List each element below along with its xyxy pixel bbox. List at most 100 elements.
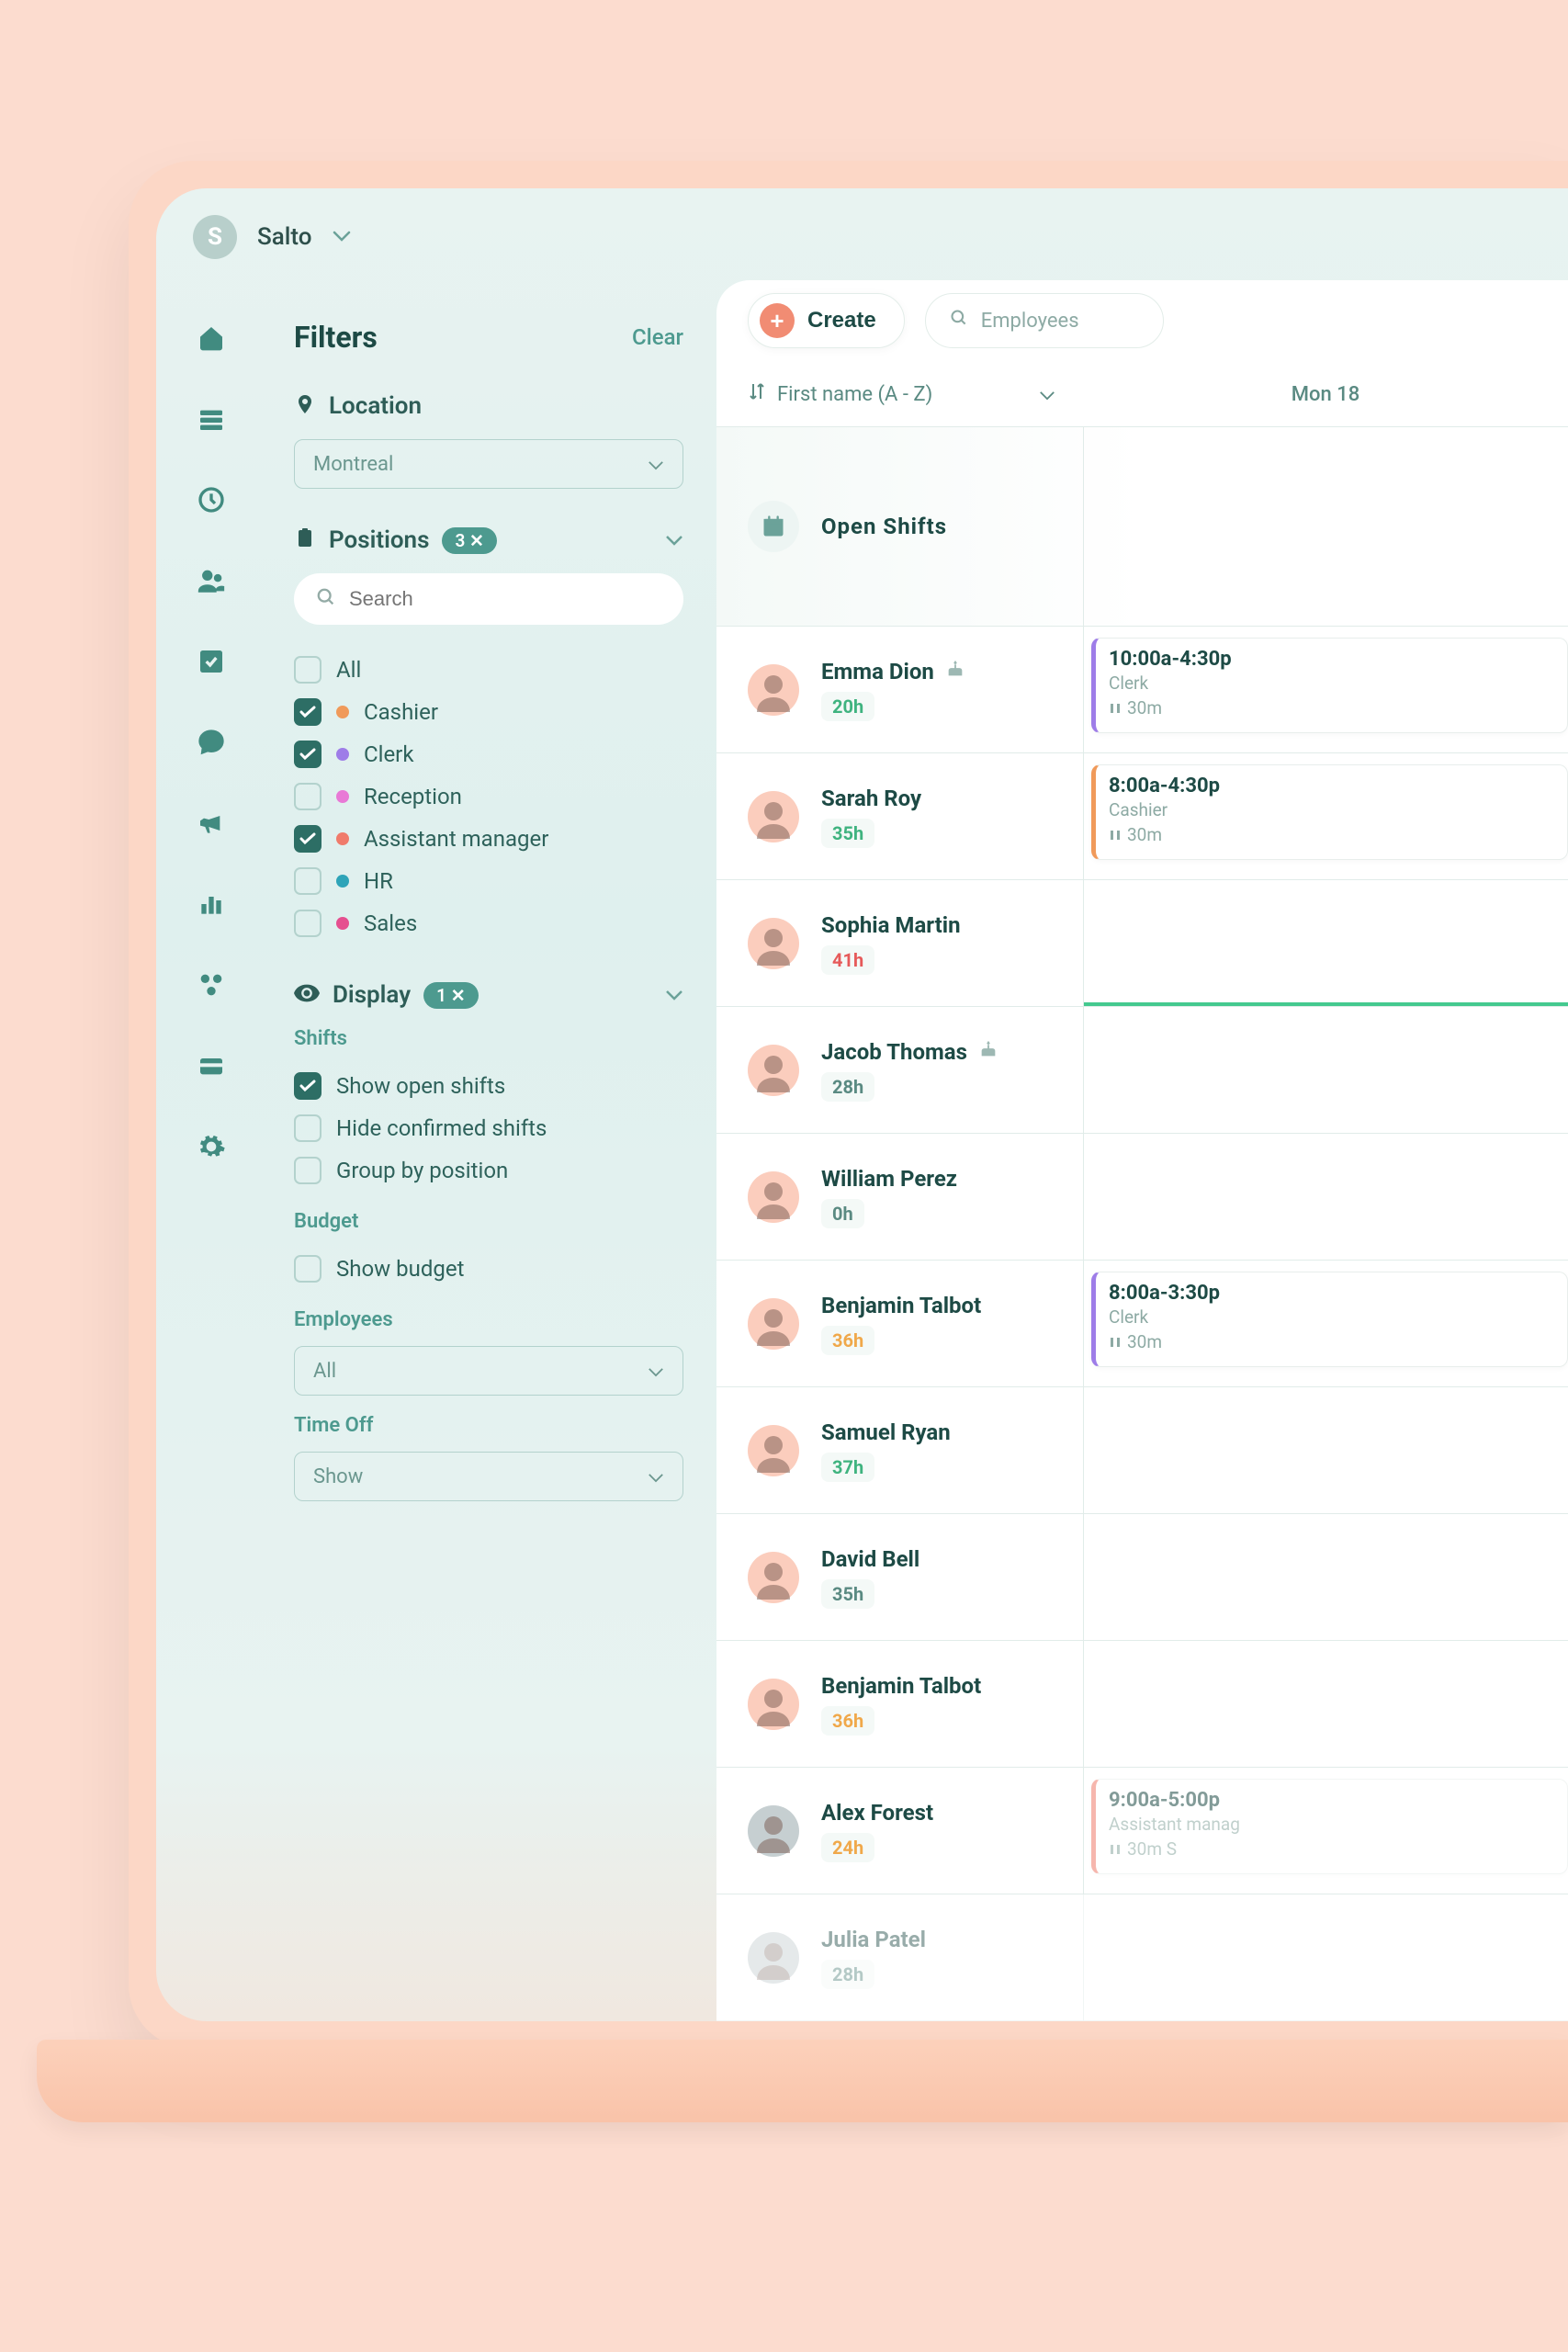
employee-cell[interactable]: Samuel Ryan37h	[716, 1387, 1084, 1513]
calendar-icon	[748, 501, 799, 552]
sort-dropdown[interactable]: First name (A - Z)	[748, 381, 1083, 407]
employee-name: David Bell	[821, 1546, 919, 1572]
day-cell[interactable]	[1084, 1007, 1568, 1133]
employee-row: Sarah Roy35h8:00a-4:30pCashier30m	[716, 753, 1568, 880]
checkbox[interactable]	[294, 1157, 321, 1184]
position-option[interactable]: Reception	[294, 775, 683, 818]
checkbox[interactable]	[294, 741, 321, 768]
position-option[interactable]: All	[294, 649, 683, 691]
checkbox[interactable]	[294, 1072, 321, 1100]
positions-search-input[interactable]	[349, 587, 661, 611]
announce-icon[interactable]	[195, 807, 228, 840]
avatar	[748, 1552, 799, 1603]
checkbox[interactable]	[294, 867, 321, 895]
color-dot	[336, 748, 349, 761]
display-count-badge[interactable]: 1 ✕	[423, 982, 479, 1009]
birthday-icon	[978, 1039, 998, 1065]
home-icon[interactable]	[195, 322, 228, 355]
position-option[interactable]: Sales	[294, 902, 683, 944]
billing-icon[interactable]	[195, 1049, 228, 1082]
positions-search[interactable]	[294, 573, 683, 625]
employee-name: Emma Dion	[821, 659, 965, 684]
schedule-icon[interactable]	[195, 402, 228, 435]
position-option[interactable]: Assistant manager	[294, 818, 683, 860]
timeoff-select[interactable]: Show	[294, 1452, 683, 1501]
employee-cell[interactable]: Alex Forest24h	[716, 1768, 1084, 1894]
day-cell[interactable]	[1084, 1387, 1568, 1513]
employee-cell[interactable]: Julia Patel28h	[716, 1894, 1084, 2020]
day-cell[interactable]	[1084, 1514, 1568, 1640]
checkbox[interactable]	[294, 825, 321, 853]
shift-position: Assistant manag	[1109, 1814, 1554, 1835]
shift-card[interactable]: 8:00a-4:30pCashier30m	[1091, 764, 1568, 860]
clear-filters-link[interactable]: Clear	[632, 324, 683, 350]
day-cell[interactable]	[1084, 1894, 1568, 2020]
open-shifts-row: Open Shifts	[716, 427, 1568, 627]
checkbox[interactable]	[294, 1114, 321, 1142]
position-option[interactable]: HR	[294, 860, 683, 902]
employee-cell[interactable]: Jacob Thomas28h	[716, 1007, 1084, 1133]
positions-count-badge[interactable]: 3 ✕	[442, 527, 497, 554]
reports-icon[interactable]	[195, 888, 228, 921]
day-cell[interactable]: 8:00a-4:30pCashier30m	[1084, 753, 1568, 879]
employee-hours: 35h	[821, 819, 874, 848]
day-cell[interactable]	[1084, 1134, 1568, 1260]
positions-section-header[interactable]: Positions 3 ✕	[294, 526, 683, 555]
employee-hours: 41h	[821, 945, 874, 975]
shifts-option[interactable]: Hide confirmed shifts	[294, 1107, 683, 1149]
day-cell[interactable]	[1084, 427, 1568, 626]
color-dot	[336, 790, 349, 803]
location-select[interactable]: Montreal	[294, 439, 683, 489]
employee-cell[interactable]: Benjamin Talbot 36h	[716, 1641, 1084, 1767]
employee-cell[interactable]: William Perez0h	[716, 1134, 1084, 1260]
employee-hours: 36h	[821, 1706, 874, 1736]
day-header[interactable]: Mon 18	[1083, 383, 1568, 406]
chevron-down-icon[interactable]	[333, 228, 351, 245]
shift-time: 10:00a-4:30p	[1109, 648, 1554, 671]
checkbox[interactable]	[294, 698, 321, 726]
time-icon[interactable]	[195, 483, 228, 516]
day-cell[interactable]: 8:00a-3:30pClerk30m	[1084, 1261, 1568, 1386]
apps-icon[interactable]	[195, 968, 228, 1001]
day-cell[interactable]	[1084, 1641, 1568, 1767]
shifts-option[interactable]: Show open shifts	[294, 1065, 683, 1107]
employee-hours: 35h	[821, 1579, 874, 1609]
checkbox[interactable]	[294, 656, 321, 684]
display-section-header[interactable]: Display 1 ✕	[294, 981, 683, 1009]
day-cell[interactable]	[1084, 880, 1568, 1006]
position-label: Assistant manager	[364, 826, 548, 852]
filters-title: Filters	[294, 320, 378, 355]
position-label: Reception	[364, 784, 462, 809]
day-cell[interactable]: 9:00a-5:00pAssistant manag30m S	[1084, 1768, 1568, 1894]
day-cell[interactable]: 10:00a-4:30pClerk30m	[1084, 627, 1568, 752]
employee-hours: 20h	[821, 692, 874, 721]
create-button[interactable]: + Create	[748, 293, 905, 348]
settings-icon[interactable]	[195, 1130, 228, 1163]
employee-name: Benjamin Talbot	[821, 1673, 981, 1699]
tasks-icon[interactable]	[195, 645, 228, 678]
shifts-option[interactable]: Group by position	[294, 1149, 683, 1192]
checkbox[interactable]	[294, 783, 321, 810]
avatar	[748, 1171, 799, 1223]
org-logo[interactable]: S	[193, 215, 237, 259]
position-option[interactable]: Cashier	[294, 691, 683, 733]
employee-cell[interactable]: Benjamin Talbot36h	[716, 1261, 1084, 1386]
employee-cell[interactable]: Sarah Roy35h	[716, 753, 1084, 879]
employee-cell[interactable]: David Bell 35h	[716, 1514, 1084, 1640]
employee-row: Alex Forest24h9:00a-5:00pAssistant manag…	[716, 1768, 1568, 1894]
employees-select[interactable]: All	[294, 1346, 683, 1396]
employee-name: Benjamin Talbot	[821, 1293, 981, 1318]
shift-card[interactable]: 8:00a-3:30pClerk30m	[1091, 1272, 1568, 1367]
shift-card[interactable]: 9:00a-5:00pAssistant manag30m S	[1091, 1779, 1568, 1874]
employee-cell[interactable]: Emma Dion 20h	[716, 627, 1084, 752]
employee-cell[interactable]: Sophia Martin41h	[716, 880, 1084, 1006]
chat-icon[interactable]	[195, 726, 228, 759]
shift-card[interactable]: 10:00a-4:30pClerk30m	[1091, 638, 1568, 733]
checkbox[interactable]	[294, 910, 321, 937]
budget-option[interactable]: Show budget	[294, 1248, 683, 1290]
employee-row: Julia Patel28h	[716, 1894, 1568, 2021]
employee-search[interactable]: Employees	[925, 293, 1164, 348]
position-option[interactable]: Clerk	[294, 733, 683, 775]
checkbox[interactable]	[294, 1255, 321, 1283]
people-icon[interactable]	[195, 564, 228, 597]
